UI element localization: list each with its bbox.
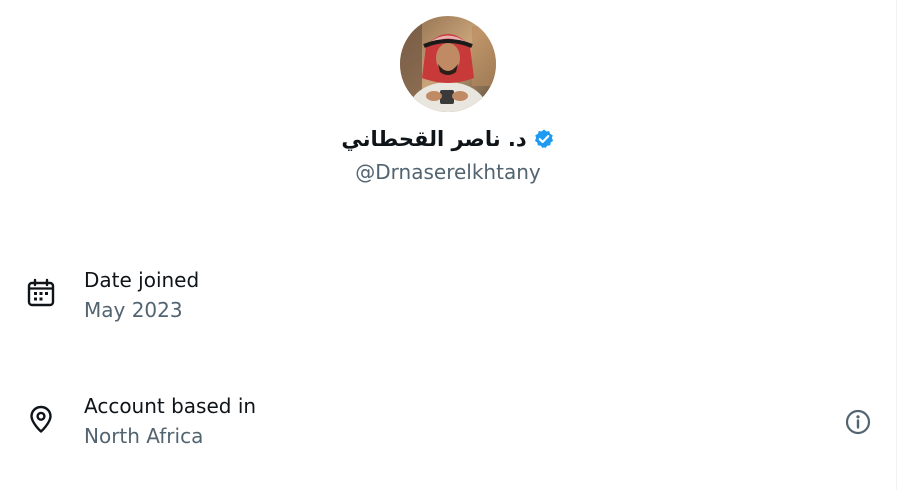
- date-joined-label: Date joined: [84, 268, 200, 292]
- date-joined-value: May 2023: [84, 298, 183, 322]
- info-button[interactable]: [842, 406, 874, 438]
- avatar-image: [400, 16, 496, 112]
- info-icon: [845, 409, 871, 435]
- avatar[interactable]: [400, 16, 496, 112]
- account-based-value: North Africa: [84, 424, 204, 448]
- profile-handle: @Drnaserelkhtany: [355, 160, 541, 184]
- location-pin-icon: [26, 404, 56, 434]
- account-based-label: Account based in: [84, 394, 257, 418]
- account-based-row: Account based in North Africa: [0, 388, 896, 460]
- verified-badge-icon[interactable]: [533, 128, 555, 150]
- profile-header: د. ناصر القحطاني @Drnaserelkhtany: [0, 0, 896, 200]
- display-name: د. ناصر القحطاني: [341, 127, 527, 151]
- date-joined-row: Date joined May 2023: [0, 262, 896, 334]
- scrollbar-track[interactable]: [896, 0, 918, 490]
- calendar-icon: [26, 278, 56, 308]
